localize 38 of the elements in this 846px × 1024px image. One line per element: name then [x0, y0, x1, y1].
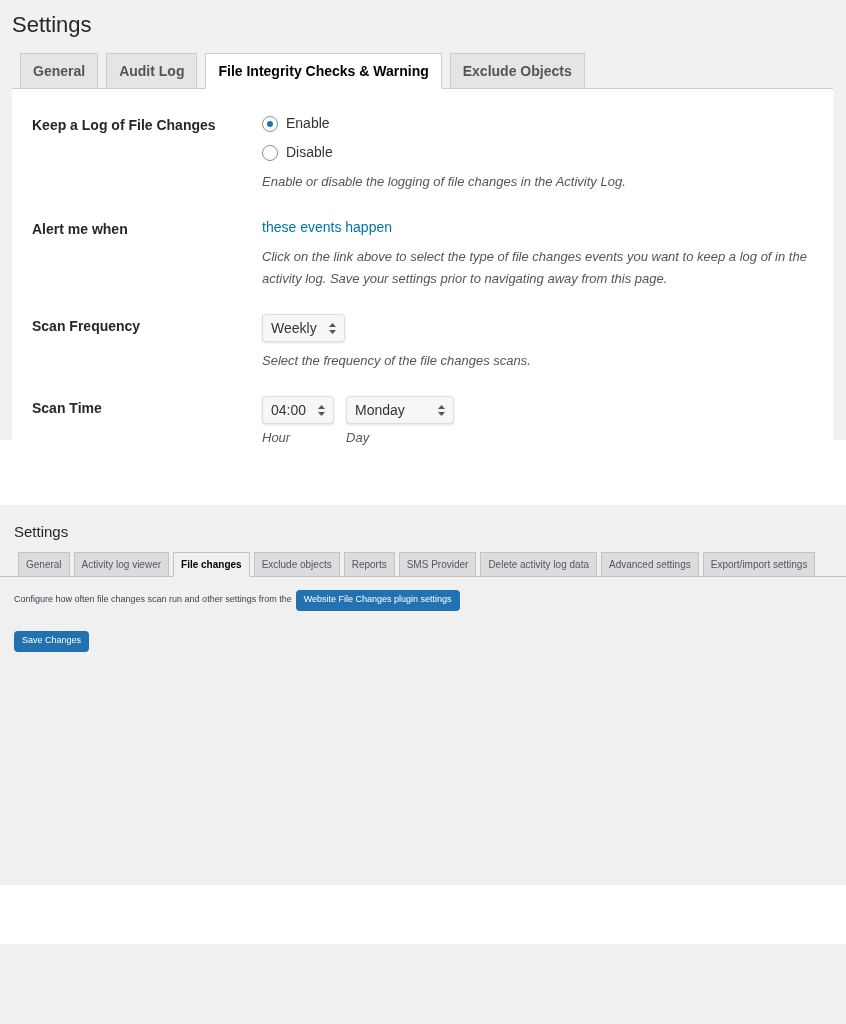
- tab[interactable]: Activity log viewer: [73, 551, 170, 577]
- tab[interactable]: Exclude Objects: [449, 53, 585, 89]
- radio-button[interactable]: [262, 115, 278, 132]
- updown-arrows-icon: [438, 404, 446, 416]
- option-label: Disable: [286, 143, 333, 162]
- save-changes-button[interactable]: Save Changes: [14, 630, 90, 652]
- tab[interactable]: File changes: [173, 551, 250, 577]
- option-label: Enable: [286, 114, 330, 133]
- setting-description: Select the frequency of the file changes scans.: [262, 352, 531, 370]
- field-caption: Hour: [262, 429, 292, 447]
- page-title: Settings: [12, 11, 93, 39]
- updown-arrows-icon: [318, 404, 326, 416]
- setting-label: Keep a Log of File Changes: [32, 116, 217, 135]
- tab[interactable]: SMS Provider: [398, 551, 477, 577]
- setting-label: Alert me when: [32, 220, 129, 239]
- tab[interactable]: Advanced settings: [601, 551, 699, 577]
- tab[interactable]: Reports: [343, 551, 395, 577]
- tab[interactable]: Audit Log: [106, 53, 198, 89]
- events-link[interactable]: these events happen: [262, 217, 813, 238]
- dropdown[interactable]: Weekly: [262, 314, 345, 342]
- setting-description: Click on the link above to select the type of file changes events you want to keep a log of in the activity log. Save your settings prior to navigating away from this page.: [262, 248, 808, 288]
- updown-arrows-icon: [328, 322, 336, 334]
- setting-description: Enable or disable the logging of file changes in the Activity Log.: [262, 173, 626, 191]
- intro-text: Configure how often file changes scan run and other settings from the: [14, 593, 292, 607]
- tab[interactable]: File Integrity Checks & Warning: [205, 53, 442, 89]
- tab[interactable]: General: [20, 53, 99, 89]
- page-title: Settings: [13, 522, 70, 542]
- dropdown[interactable]: 04:00: [262, 396, 335, 424]
- field-caption: Day: [346, 429, 371, 447]
- tab[interactable]: Delete activity log data: [480, 551, 597, 577]
- plugin-settings-button[interactable]: Website File Changes plugin settings: [295, 589, 460, 611]
- tab[interactable]: Export/import settings: [702, 551, 816, 577]
- tab[interactable]: General: [18, 551, 70, 577]
- radio-button[interactable]: [262, 144, 278, 161]
- setting-label: Scan Time: [32, 399, 103, 418]
- dropdown[interactable]: Monday: [346, 396, 455, 424]
- setting-label: Scan Frequency: [32, 317, 142, 336]
- tab[interactable]: Exclude objects: [253, 551, 340, 577]
